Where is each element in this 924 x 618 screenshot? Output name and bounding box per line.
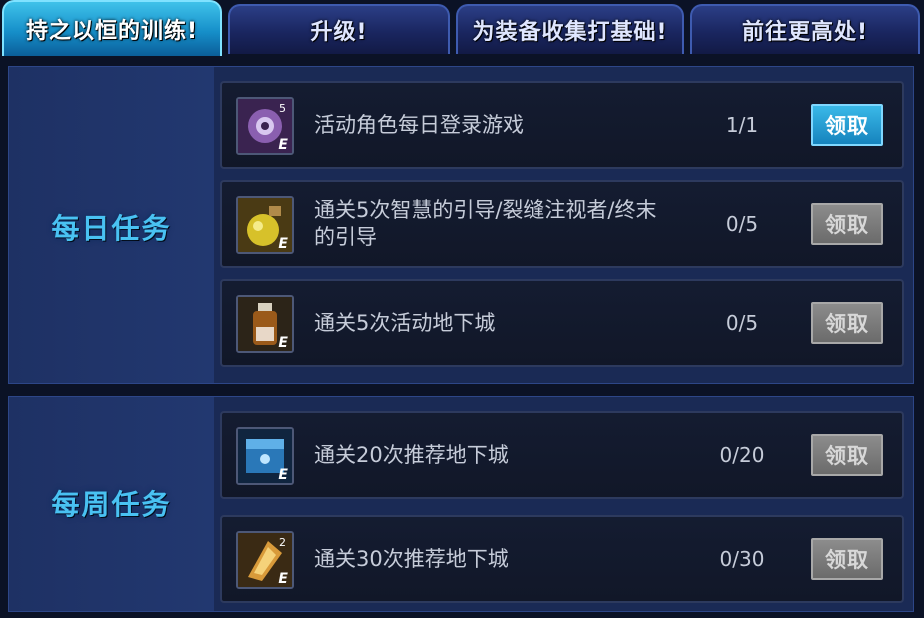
task-description: 通关5次智慧的引导/裂缝注视者/终末的引导 (314, 198, 657, 249)
task-progress: 0/5 (725, 311, 759, 335)
tab-equipment-foundation[interactable]: 为装备收集打基础! (456, 4, 684, 54)
icon-badge: E (278, 137, 288, 153)
tab-go-higher[interactable]: 前往更高处! (690, 4, 920, 54)
daily-tasks-title: 每日任务 (51, 212, 172, 245)
icon-badge: E (278, 335, 288, 351)
icon-badge: E (278, 467, 288, 483)
weekly-tasks-panel: 每周任务 E 通关20次推荐地下城 0/20 领取 2 E 通关30次推荐地下城… (8, 396, 914, 612)
daily-tasks-panel: 每日任务 5 E 活动角色每日登录游戏 1/1 领取 E 通关5次智慧的引导/裂… (8, 66, 914, 384)
tab-persistent-training[interactable]: 持之以恒的训练! (2, 0, 222, 56)
claim-button[interactable]: 领取 (811, 203, 883, 245)
claim-button[interactable]: 领取 (811, 538, 883, 580)
claim-button[interactable]: 领取 (811, 302, 883, 344)
icon-badge: E (278, 236, 288, 252)
icon-badge: E (278, 571, 288, 587)
task-description: 活动角色每日登录游戏 (314, 112, 524, 137)
task-progress: 0/20 (719, 443, 765, 467)
blue-box-icon: E (236, 427, 294, 485)
tab-level-up[interactable]: 升级! (228, 4, 450, 54)
task-description: 通关5次活动地下城 (314, 310, 496, 335)
claim-button[interactable]: 领取 (811, 434, 883, 476)
icon-count: 2 (279, 536, 286, 549)
task-row: 5 E 活动角色每日登录游戏 1/1 领取 (220, 81, 904, 169)
purple-gear-orb-icon: 5 E (236, 97, 294, 155)
yellow-potion-pouch-icon: E (236, 196, 294, 254)
task-description: 通关30次推荐地下城 (314, 546, 509, 571)
task-row: E 通关5次活动地下城 0/5 领取 (220, 279, 904, 367)
task-row: 2 E 通关30次推荐地下城 0/30 领取 (220, 515, 904, 603)
task-row: E 通关20次推荐地下城 0/20 领取 (220, 411, 904, 499)
tab-bar: 持之以恒的训练! 升级! 为装备收集打基础! 前往更高处! (0, 0, 924, 58)
task-progress: 0/5 (725, 212, 759, 236)
task-row: E 通关5次智慧的引导/裂缝注视者/终末的引导 0/5 领取 (220, 180, 904, 268)
brown-bottle-icon: E (236, 295, 294, 353)
gold-shard-icon: 2 E (236, 531, 294, 589)
weekly-tasks-title: 每周任务 (51, 488, 172, 521)
task-description: 通关20次推荐地下城 (314, 442, 509, 467)
task-progress: 0/30 (719, 547, 765, 571)
icon-count: 5 (279, 102, 286, 115)
claim-button[interactable]: 领取 (811, 104, 883, 146)
task-progress: 1/1 (725, 113, 759, 137)
